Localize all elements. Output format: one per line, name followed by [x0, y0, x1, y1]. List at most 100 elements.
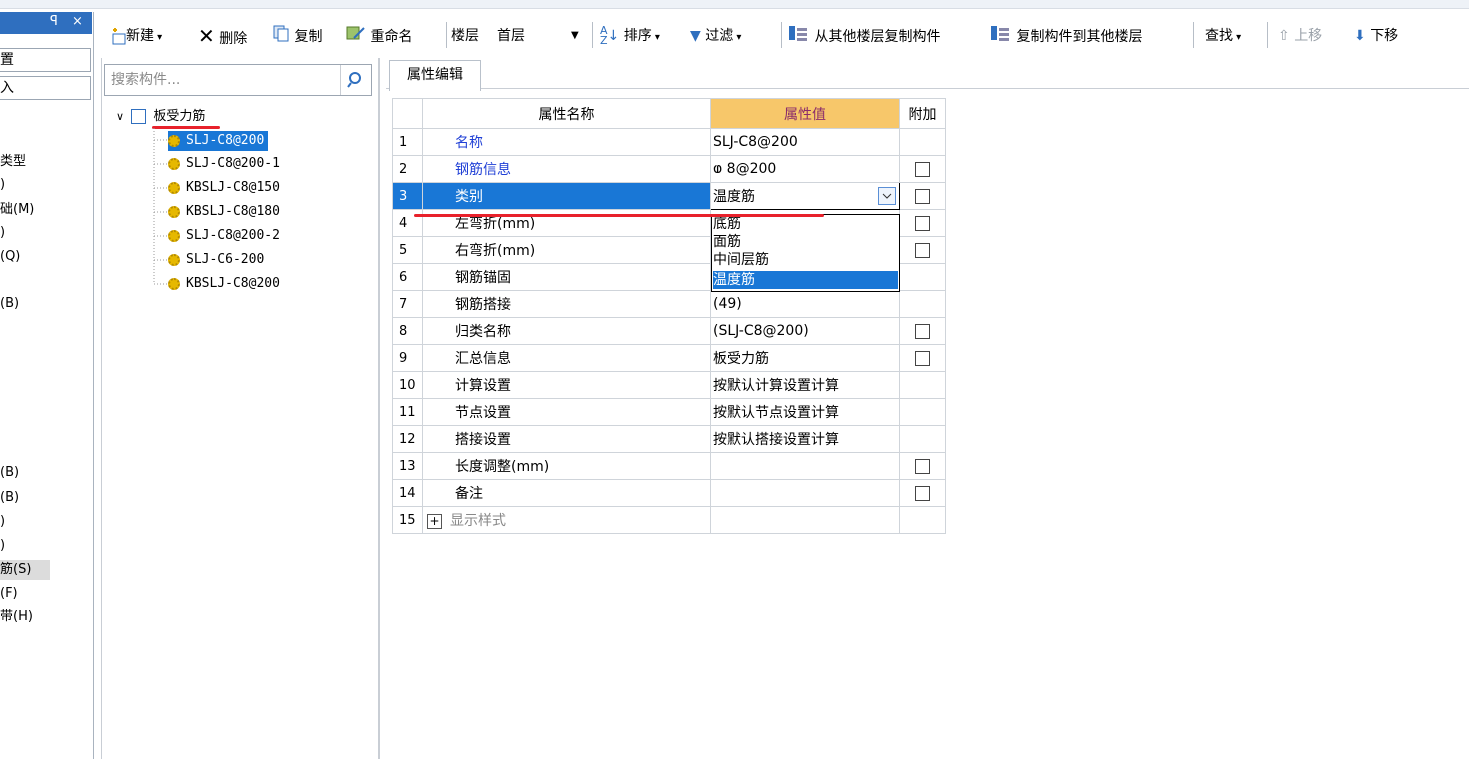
nav-button-2[interactable]: 入 [0, 76, 91, 100]
extra-cell [899, 209, 946, 237]
property-value[interactable]: (49) [710, 290, 900, 318]
extra-cell [899, 479, 946, 507]
floor-select[interactable]: 首层 ▼ [497, 24, 587, 48]
category-combobox[interactable]: 温度筋 [710, 182, 900, 210]
nav-button-1[interactable]: 置 [0, 48, 91, 72]
table-row[interactable]: 14 备注 [392, 479, 946, 507]
row-number: 1 [392, 128, 423, 156]
table-row[interactable]: 10 计算设置 按默认计算设置计算 [392, 371, 946, 399]
table-row-selected[interactable]: 3 类别 温度筋 [392, 182, 946, 210]
property-value[interactable] [710, 506, 900, 534]
extra-cell [899, 236, 946, 264]
table-row[interactable]: 11 节点设置 按默认节点设置计算 [392, 398, 946, 426]
nav-item[interactable]: (F) [0, 584, 18, 604]
left-nav-header: ꟼ × [0, 12, 92, 34]
rename-icon [346, 24, 366, 50]
extra-cell [899, 290, 946, 318]
new-button[interactable]: 新建 ▾ [110, 24, 162, 48]
extra-checkbox[interactable] [915, 485, 930, 501]
dropdown-option[interactable]: 中间层筋 [713, 251, 898, 269]
floor-label: 楼层 [451, 28, 479, 44]
extra-checkbox[interactable] [915, 458, 930, 474]
nav-item[interactable]: (Q) [0, 247, 20, 267]
copy-to-floor-button[interactable]: 复制构件到其他楼层 [990, 24, 1142, 48]
dropdown-option-selected[interactable]: 温度筋 [713, 271, 898, 289]
nav-item[interactable]: ) [0, 536, 5, 556]
search-input[interactable] [109, 69, 343, 91]
nav-item-selected[interactable]: 筋(S) [0, 560, 50, 580]
property-value[interactable]: (SLJ-C8@200) [710, 317, 900, 345]
nav-item[interactable]: 础(M) [0, 200, 34, 220]
property-value[interactable]: 按默认搭接设置计算 [710, 425, 900, 453]
close-icon[interactable]: × [72, 14, 83, 29]
property-name: 钢筋锚固 [422, 263, 711, 291]
table-row[interactable]: 8 归类名称 (SLJ-C8@200) [392, 317, 946, 345]
nav-item[interactable]: ) [0, 512, 5, 532]
move-down-button[interactable]: ⬇ 下移 [1354, 24, 1398, 48]
property-value[interactable] [710, 479, 900, 507]
table-row[interactable]: 12 搭接设置 按默认搭接设置计算 [392, 425, 946, 453]
copy-button[interactable]: 复制 [272, 24, 322, 48]
tree-item-selected[interactable]: SLJ-C8@200 [168, 131, 269, 151]
expand-icon[interactable]: + [427, 513, 442, 529]
nav-item[interactable]: ) [0, 223, 5, 243]
table-row[interactable]: 15 + 显示样式 [392, 506, 946, 534]
delete-button[interactable]: ✕ 删除 [198, 24, 247, 48]
extra-checkbox[interactable] [915, 242, 930, 258]
move-up-button[interactable]: ⇧ 上移 [1278, 24, 1322, 48]
property-name-group[interactable]: + 显示样式 [422, 506, 711, 534]
extra-cell [899, 371, 946, 399]
chevron-down-icon: ▼ [571, 30, 579, 41]
table-row[interactable]: 13 长度调整(mm) [392, 452, 946, 480]
nav-item[interactable]: 类型 [0, 152, 26, 172]
nav-item[interactable]: 带(H) [0, 607, 33, 627]
rename-button[interactable]: 重命名 [346, 24, 412, 48]
property-value[interactable] [710, 452, 900, 480]
row-number: 5 [392, 236, 423, 264]
extra-cell [899, 506, 946, 534]
tree-item[interactable]: KBSLJ-C8@150 [168, 178, 280, 198]
dropdown-option[interactable]: 面筋 [713, 233, 898, 251]
property-name: 汇总信息 [422, 344, 711, 372]
property-value[interactable]: ⱷ 8@200 [710, 155, 900, 183]
nav-item[interactable]: (B) [0, 294, 19, 314]
extra-cell [899, 155, 946, 183]
nav-item[interactable]: (B) [0, 488, 19, 508]
extra-checkbox[interactable] [915, 188, 930, 204]
extra-checkbox[interactable] [915, 350, 930, 366]
find-button[interactable]: 查找 ▾ [1205, 24, 1241, 48]
table-row[interactable]: 7 钢筋搭接 (49) [392, 290, 946, 318]
extra-cell [899, 182, 946, 210]
property-value[interactable]: 按默认计算设置计算 [710, 371, 900, 399]
nav-item[interactable]: ) [0, 175, 5, 195]
tree-item[interactable]: KBSLJ-C8@200 [168, 274, 280, 294]
pin-icon[interactable]: ꟼ [50, 14, 58, 29]
tree-item[interactable]: SLJ-C6-200 [168, 250, 264, 270]
extra-checkbox[interactable] [915, 215, 930, 231]
tree-root[interactable]: ∨ 板受力筋 [116, 107, 205, 127]
search-button[interactable] [340, 65, 371, 95]
extra-checkbox[interactable] [915, 161, 930, 177]
table-row[interactable]: 1 名称 SLJ-C8@200 [392, 128, 946, 156]
table-row[interactable]: 9 汇总信息 板受力筋 [392, 344, 946, 372]
table-row[interactable]: 2 钢筋信息 ⱷ 8@200 [392, 155, 946, 183]
property-name: 备注 [422, 479, 711, 507]
tree-item[interactable]: KBSLJ-C8@180 [168, 202, 280, 222]
tree-item[interactable]: SLJ-C8@200-1 [168, 154, 280, 174]
property-value[interactable]: 按默认节点设置计算 [710, 398, 900, 426]
extra-checkbox[interactable] [915, 323, 930, 339]
tree-item[interactable]: SLJ-C8@200-2 [168, 226, 280, 246]
extra-cell [899, 425, 946, 453]
category-value: 温度筋 [713, 189, 755, 205]
search-box[interactable] [104, 64, 372, 96]
tab-property-edit[interactable]: 属性编辑 [389, 60, 481, 91]
nav-item[interactable]: (B) [0, 463, 19, 483]
property-value[interactable]: SLJ-C8@200 [710, 128, 900, 156]
copy-from-floor-button[interactable]: 从其他楼层复制构件 [788, 24, 940, 48]
property-value[interactable]: 板受力筋 [710, 344, 900, 372]
property-grid: 属性名称 属性值 附加 1 名称 SLJ-C8@200 2 钢筋信息 ⱷ 8@2… [392, 98, 946, 534]
dropdown-button[interactable] [878, 187, 896, 205]
filter-button[interactable]: ▼ 过滤 ▾ [690, 24, 741, 48]
dropdown-option[interactable]: 底筋 [713, 215, 898, 233]
sort-button[interactable]: A Z↓ 排序 ▾ [600, 24, 660, 48]
